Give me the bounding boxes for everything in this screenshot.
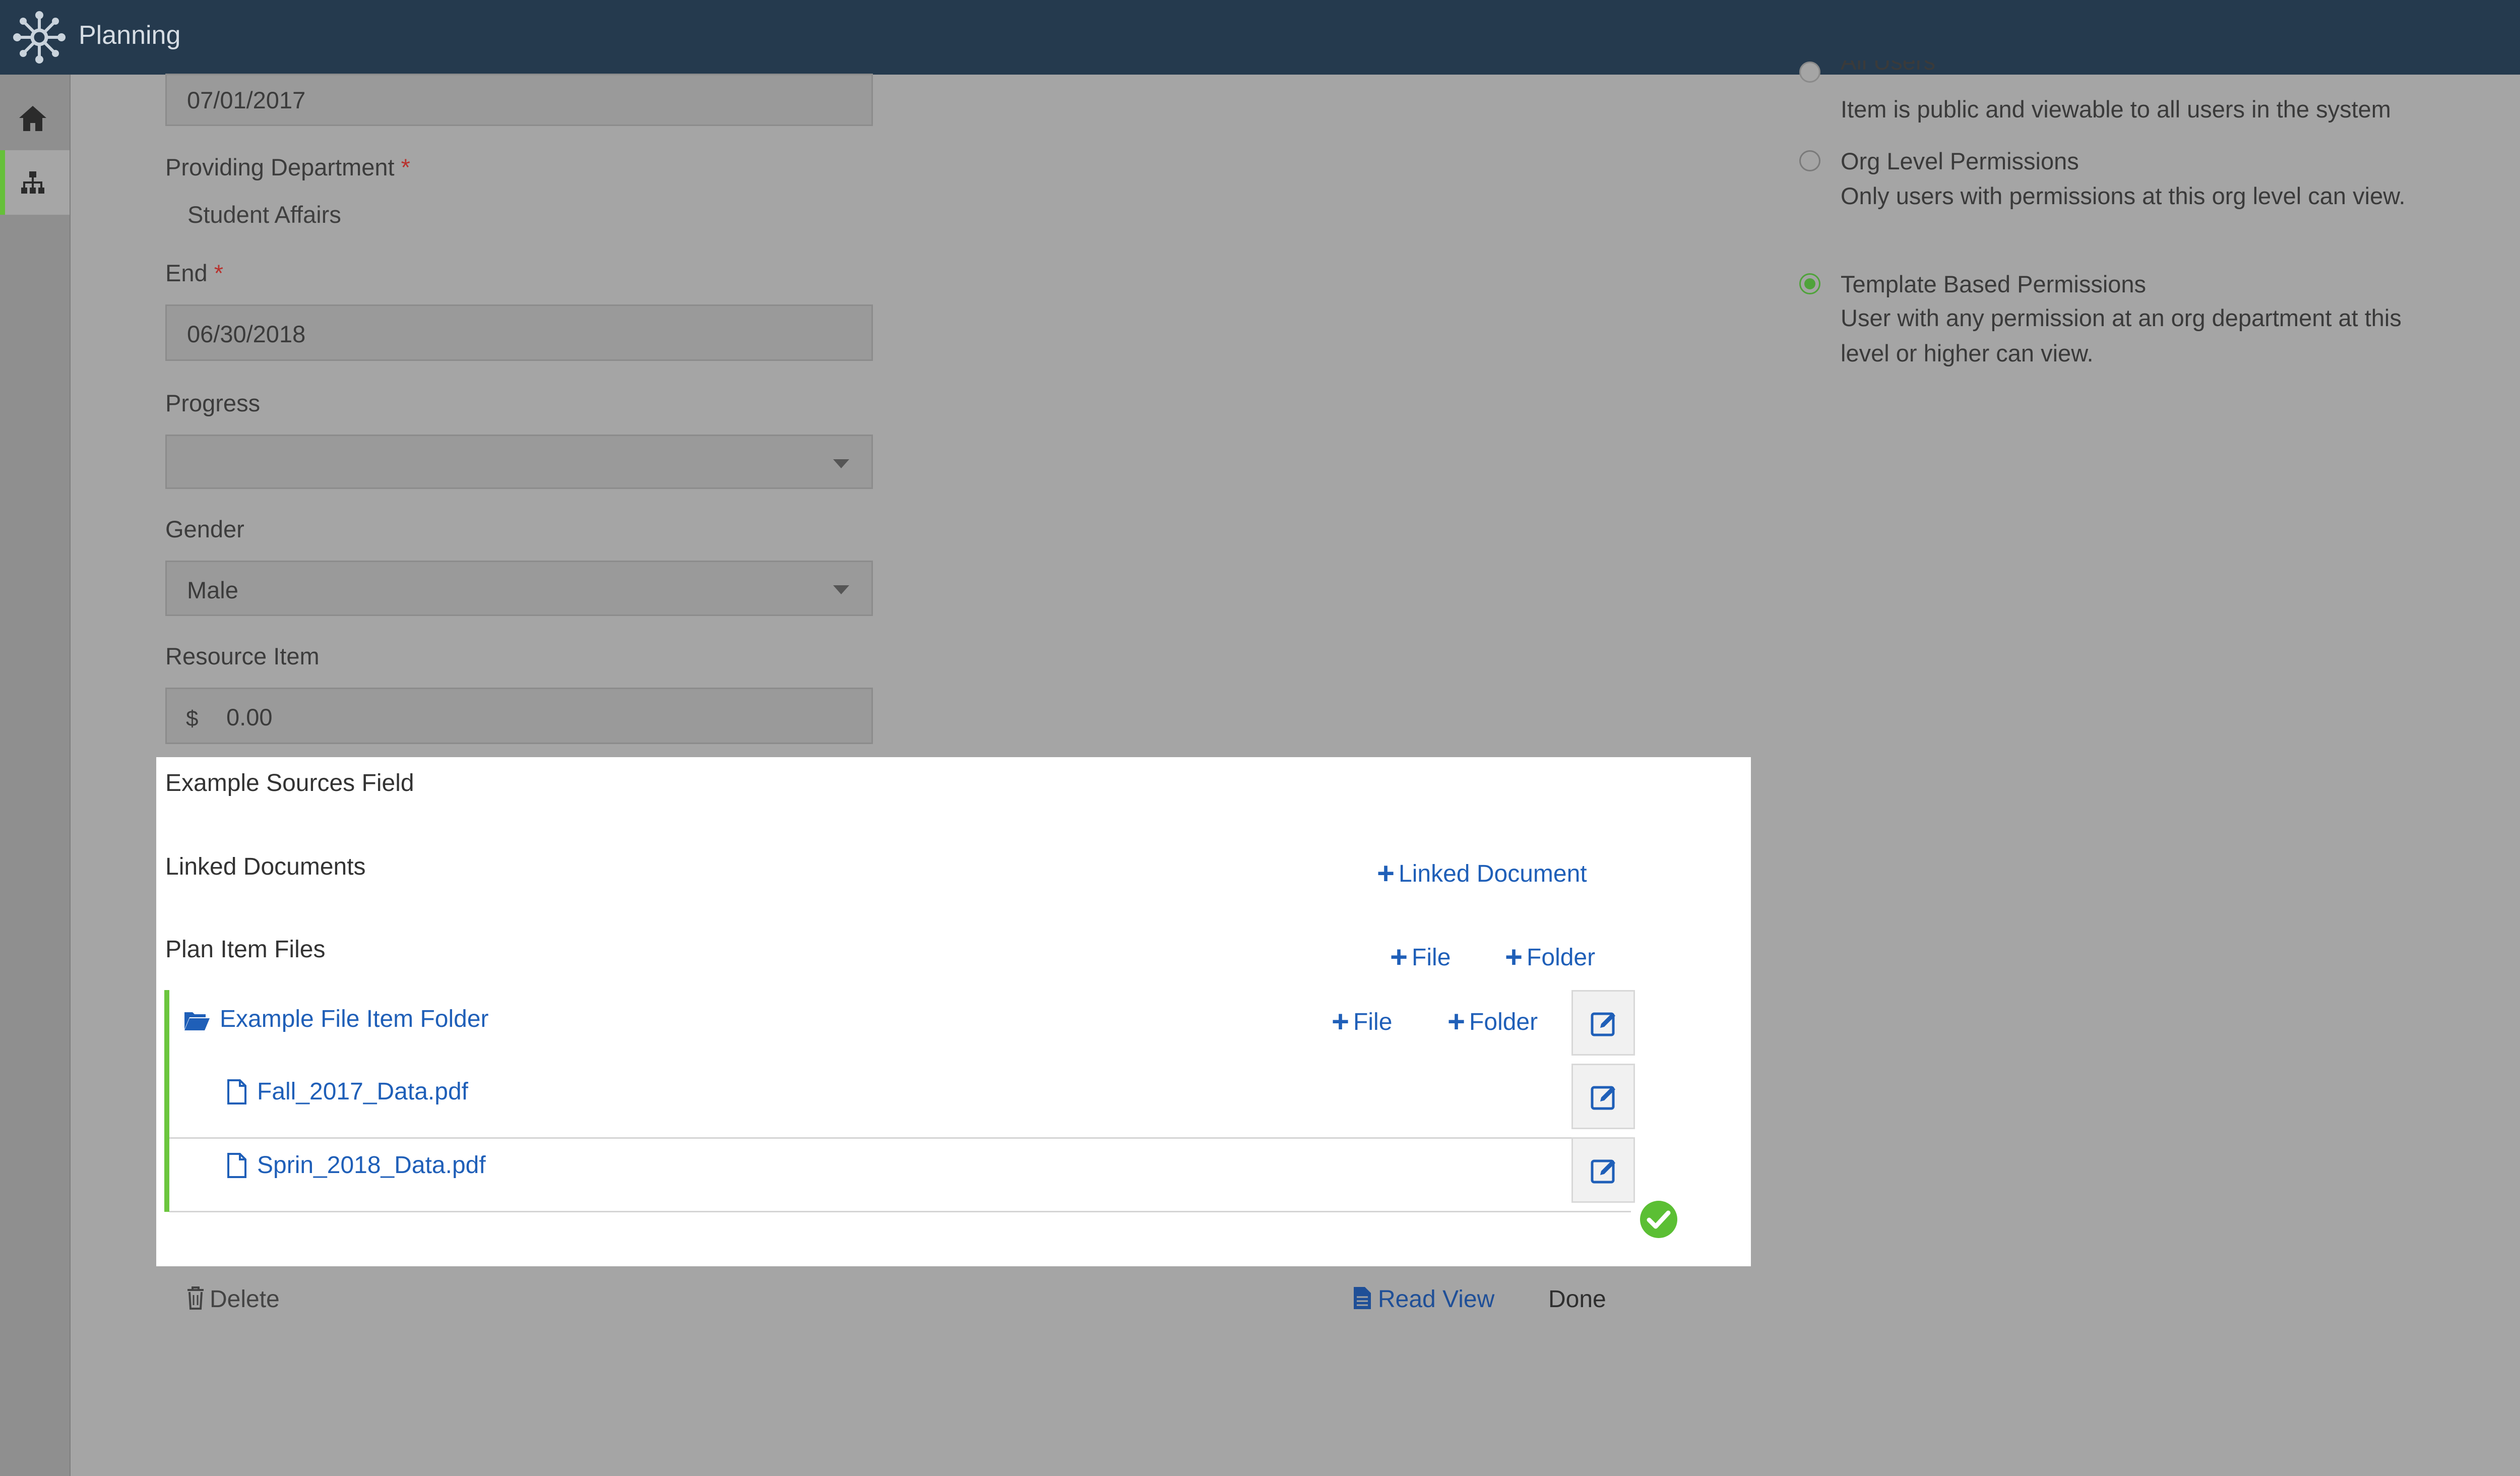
plus-icon: + (1332, 1005, 1350, 1038)
edit-icon (1591, 1159, 1615, 1184)
add-file-button[interactable]: + File (1390, 940, 1451, 974)
folder-open-icon (184, 1012, 210, 1030)
permission-desc-all-users: Item is public and viewable to all users… (1841, 96, 2391, 122)
add-linked-document-button[interactable]: + Linked Document (1377, 856, 1587, 891)
gender-label: Gender (165, 516, 244, 542)
file-icon (227, 1079, 246, 1104)
edit-file-button[interactable] (1571, 1064, 1635, 1129)
linked-documents-label: Linked Documents (165, 853, 366, 880)
start-date-value: 07/01/2017 (187, 87, 306, 113)
file-tree: Example File Item Folder +File +Folder (164, 990, 1635, 1212)
top-bar: Planning (0, 0, 2520, 75)
file-link[interactable]: Sprin_2018_Data.pdf (257, 1151, 486, 1179)
permission-desc-template-based: User with any permission at an org depar… (1841, 304, 2402, 366)
done-button[interactable]: Done (1548, 1285, 1606, 1313)
plan-item-files-label: Plan Item Files (165, 936, 326, 963)
required-marker: * (214, 260, 223, 286)
sidebar-item-home[interactable] (0, 86, 70, 150)
plus-icon: + (1390, 940, 1408, 974)
folder-row: Example File Item Folder + File + Folder (169, 990, 1635, 1064)
chevron-down-icon (833, 459, 849, 468)
file-row: Fall_2017_Data.pdf (169, 1064, 1635, 1139)
trash-icon (187, 1286, 204, 1310)
home-icon (19, 106, 46, 131)
edit-folder-button[interactable] (1571, 990, 1635, 1056)
page-background: Planning 07/01/2017 Providing Department… (0, 0, 2520, 1476)
permission-title-all-users: All Users (1841, 60, 1936, 75)
sources-panel: Example Sources Field Linked Documents +… (156, 757, 1751, 1266)
sidebar-item-hierarchy[interactable] (0, 150, 70, 215)
edit-file-button[interactable] (1571, 1137, 1635, 1203)
document-icon (1354, 1287, 1371, 1309)
radio-template-based[interactable] (1799, 273, 1820, 294)
sources-field-label: Example Sources Field (165, 770, 414, 796)
radio-all-users[interactable] (1799, 61, 1820, 83)
file-row: Sprin_2018_Data.pdf (169, 1137, 1635, 1212)
add-folder-button[interactable]: + Folder (1505, 940, 1595, 974)
end-date-field[interactable]: 06/30/2018 (165, 304, 873, 361)
progress-label: Progress (165, 390, 261, 416)
chevron-down-icon (833, 585, 849, 594)
left-sidebar (0, 75, 71, 1476)
currency-prefix: $ (186, 706, 199, 731)
gender-select[interactable]: Male (165, 561, 873, 616)
folder-add-folder-button[interactable]: + Folder (1447, 1004, 1538, 1039)
folder-link[interactable]: Example File Item Folder (220, 1005, 489, 1033)
plus-icon: + (1505, 940, 1523, 974)
permission-title-template-based: Template Based Permissions (1841, 271, 2147, 297)
resource-item-value: 0.00 (226, 704, 273, 730)
providing-department-value: Student Affairs (187, 201, 341, 228)
resource-item-label: Resource Item (165, 643, 320, 669)
read-view-button[interactable]: Read View (1353, 1285, 1494, 1313)
folder-add-file-button[interactable]: + File (1332, 1004, 1392, 1039)
network-logo-icon[interactable] (13, 11, 66, 64)
permission-desc-org-level: Only users with permissions at this org … (1841, 182, 2406, 209)
radio-org-level[interactable] (1799, 150, 1820, 171)
plus-icon: + (1377, 856, 1395, 890)
end-label: End * (165, 260, 223, 286)
gender-value: Male (187, 577, 238, 603)
hierarchy-icon (21, 171, 44, 194)
required-marker: * (401, 154, 410, 180)
delete-button[interactable]: Delete (185, 1285, 280, 1313)
check-circle-icon (1640, 1201, 1677, 1238)
edit-icon (1591, 1086, 1615, 1110)
plus-icon: + (1447, 1005, 1466, 1038)
file-icon (227, 1153, 246, 1178)
providing-department-label: Providing Department * (165, 154, 410, 180)
edit-icon (1591, 1012, 1615, 1036)
start-date-field[interactable]: 07/01/2017 (165, 74, 873, 126)
app-title: Planning (79, 21, 181, 50)
resource-item-field[interactable]: $ 0.00 (165, 688, 873, 744)
progress-select[interactable] (165, 435, 873, 489)
file-link[interactable]: Fall_2017_Data.pdf (257, 1078, 468, 1105)
end-date-value: 06/30/2018 (187, 321, 306, 347)
permission-title-org-level: Org Level Permissions (1841, 148, 2079, 174)
